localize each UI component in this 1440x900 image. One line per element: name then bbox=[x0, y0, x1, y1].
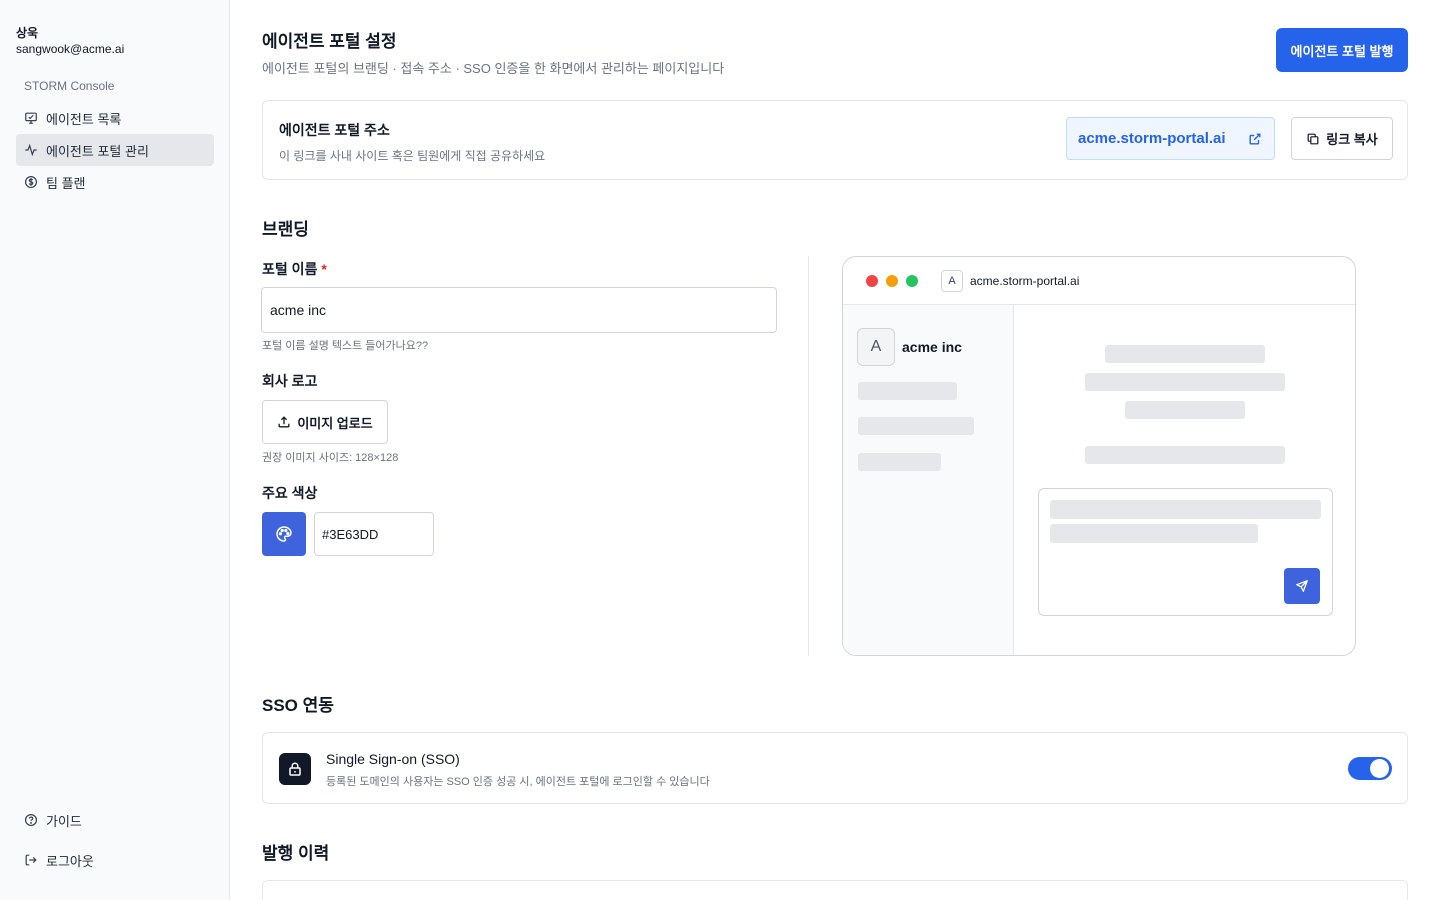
logout-button[interactable]: 로그아웃 bbox=[16, 844, 214, 876]
sso-icon-badge bbox=[279, 753, 311, 785]
branding-section-title: 브랜딩 bbox=[262, 220, 309, 239]
sidebar-bottom-logout: 로그아웃 bbox=[16, 844, 214, 876]
history-card bbox=[262, 880, 1408, 900]
sidebar-item-agent-list[interactable]: 에이전트 목록 bbox=[16, 102, 214, 134]
send-icon bbox=[1296, 580, 1308, 592]
sidebar-item-label: 에이전트 포털 관리 bbox=[46, 143, 149, 159]
preview-favicon: A bbox=[941, 270, 963, 292]
lock-icon bbox=[289, 762, 301, 776]
publish-portal-button[interactable]: 에이전트 포털 발행 bbox=[1276, 28, 1408, 72]
logo-size-hint: 권장 이미지 사이즈: 128×128 bbox=[262, 452, 399, 464]
preview-skeleton-line bbox=[1105, 345, 1265, 363]
dollar-circle-icon bbox=[24, 175, 38, 189]
copy-link-label: 링크 복사 bbox=[1326, 132, 1378, 147]
preview-url: acme.storm-portal.ai bbox=[970, 274, 1080, 288]
primary-color-input[interactable] bbox=[314, 512, 434, 556]
required-mark: * bbox=[321, 261, 327, 277]
guide-label: 가이드 bbox=[46, 813, 82, 829]
portal-name-hint: 포털 이름 설명 텍스트 들어가나요?? bbox=[262, 340, 429, 352]
preview-skeleton-line bbox=[858, 417, 974, 435]
company-logo-label: 회사 로고 bbox=[262, 373, 318, 389]
portal-address-description: 이 링크를 사내 사이트 혹은 팀원에게 직접 공유하세요 bbox=[279, 149, 546, 163]
window-maximize-dot bbox=[906, 275, 918, 287]
window-close-dot bbox=[866, 275, 878, 287]
logout-icon bbox=[25, 854, 37, 866]
sidebar-item-label: 에이전트 목록 bbox=[46, 111, 122, 127]
activity-icon bbox=[25, 143, 37, 157]
portal-address-title: 에이전트 포털 주소 bbox=[279, 122, 390, 138]
preview-skeleton-line bbox=[858, 453, 941, 471]
copy-icon bbox=[1307, 133, 1319, 144]
sidebar-item-portal-management[interactable]: 에이전트 포털 관리 bbox=[16, 134, 214, 166]
branding-divider bbox=[808, 256, 809, 656]
monitor-icon bbox=[25, 112, 37, 124]
preview-chat-input bbox=[1038, 488, 1333, 616]
preview-sidebar: A acme inc bbox=[843, 305, 1014, 655]
sso-title: Single Sign-on (SSO) bbox=[326, 751, 460, 767]
sso-section-title: SSO 연동 bbox=[262, 696, 334, 715]
portal-name-label-text: 포털 이름 bbox=[262, 261, 318, 277]
preview-avatar: A bbox=[857, 328, 895, 366]
sidebar-item-team-plan[interactable]: 팀 플랜 bbox=[16, 166, 214, 198]
preview-portal-name: acme inc bbox=[902, 339, 962, 355]
sidebar-nav: 에이전트 목록 에이전트 포털 관리 팀 플랜 bbox=[16, 102, 214, 198]
primary-color-label: 주요 색상 bbox=[262, 485, 318, 501]
user-name: 상욱 bbox=[16, 26, 39, 40]
preview-skeleton-line bbox=[1050, 500, 1321, 519]
palette-icon bbox=[276, 526, 292, 542]
sidebar-item-label: 팀 플랜 bbox=[46, 175, 86, 191]
portal-name-label: 포털 이름 * bbox=[262, 259, 327, 279]
sso-card: Single Sign-on (SSO) 등록된 도메인의 사용자는 SSO 인… bbox=[262, 732, 1408, 804]
copy-link-button[interactable]: 링크 복사 bbox=[1291, 117, 1393, 160]
preview-skeleton-line bbox=[1085, 373, 1285, 391]
guide-link[interactable]: 가이드 bbox=[16, 804, 214, 836]
portal-address-url: acme.storm-portal.ai bbox=[1078, 130, 1226, 147]
user-email: sangwook@acme.ai bbox=[16, 42, 125, 56]
help-circle-icon bbox=[24, 813, 38, 827]
color-picker-button[interactable] bbox=[262, 512, 306, 556]
upload-icon bbox=[278, 416, 290, 428]
image-upload-button[interactable]: 이미지 업로드 bbox=[262, 400, 388, 444]
window-minimize-dot bbox=[886, 275, 898, 287]
portal-address-card: 에이전트 포털 주소 이 링크를 사내 사이트 혹은 팀원에게 직접 공유하세요… bbox=[262, 100, 1408, 180]
portal-address-link[interactable]: acme.storm-portal.ai bbox=[1066, 117, 1275, 160]
sso-toggle[interactable] bbox=[1348, 757, 1392, 780]
preview-browser-bar: A acme.storm-portal.ai bbox=[843, 257, 1355, 305]
external-link-icon bbox=[1249, 133, 1261, 145]
sso-description: 등록된 도메인의 사용자는 SSO 인증 성공 시, 에이전트 포털에 로그인할… bbox=[326, 776, 710, 788]
portal-preview: A acme.storm-portal.ai A acme inc bbox=[842, 256, 1356, 656]
sidebar: 상욱 sangwook@acme.ai STORM Console 에이전트 목… bbox=[0, 0, 230, 900]
preview-skeleton-line bbox=[1125, 401, 1245, 419]
sso-toggle-knob bbox=[1370, 759, 1389, 778]
preview-skeleton-line bbox=[1085, 446, 1285, 464]
logout-label: 로그아웃 bbox=[46, 853, 94, 869]
preview-send-button bbox=[1284, 568, 1320, 604]
page-description: 에이전트 포털의 브랜딩 · 접속 주소 · SSO 인증을 한 화면에서 관리… bbox=[262, 61, 725, 76]
preview-skeleton-line bbox=[1050, 524, 1258, 543]
history-section-title: 발행 이력 bbox=[262, 844, 330, 863]
page-title: 에이전트 포털 설정 bbox=[262, 32, 397, 51]
image-upload-label: 이미지 업로드 bbox=[297, 415, 373, 431]
portal-name-input[interactable] bbox=[261, 287, 777, 333]
main-content: 에이전트 포털 설정 에이전트 포털의 브랜딩 · 접속 주소 · SSO 인증… bbox=[230, 0, 1440, 900]
sidebar-bottom-guide: 가이드 bbox=[16, 804, 214, 836]
preview-skeleton-line bbox=[858, 382, 957, 400]
console-label: STORM Console bbox=[24, 79, 115, 93]
